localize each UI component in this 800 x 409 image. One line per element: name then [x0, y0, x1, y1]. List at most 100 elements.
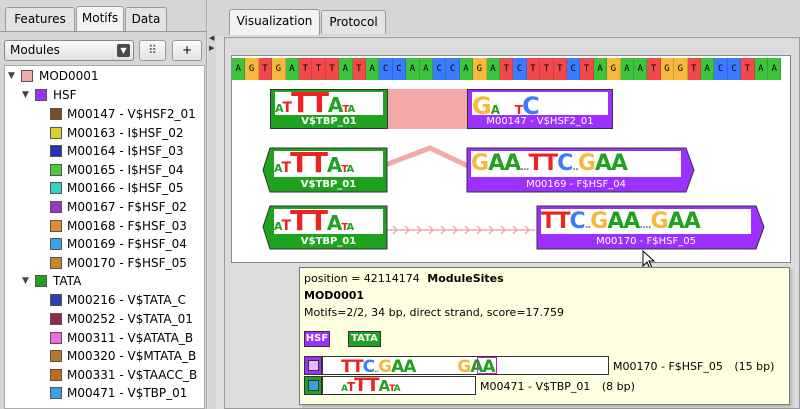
tree-node-label: M00166 - I$HSF_05: [67, 181, 184, 196]
site-hsf4-row2[interactable]: GAA...TTC..GAA M00169 - F$HSF_04: [467, 149, 685, 191]
module-link-arrows: [385, 225, 535, 235]
tata-motif-logo: ATTTATA: [322, 376, 476, 395]
color-swatch: [50, 313, 62, 325]
color-swatch: [50, 331, 62, 344]
tree-node-group[interactable]: ▼ TATA: [22, 272, 202, 290]
tree-node-label: M00164 - I$HSF_03: [67, 144, 184, 159]
tree-node-label: M00163 - I$HSF_02: [67, 125, 184, 140]
nucleotide-cell: A: [285, 58, 299, 80]
nucleotide-cell: T: [553, 58, 567, 80]
site-label: V$TBP_01: [301, 116, 357, 127]
tree-node-label: M00169 - F$HSF_04: [67, 237, 187, 252]
tree-node-motif[interactable]: M00167 - F$HSF_02: [50, 198, 202, 216]
tooltip: position = 42114174 ModuleSites MOD0001 …: [299, 267, 790, 405]
add-button-label: +: [181, 43, 193, 57]
tooltip-row1-name: M00170 - F$HSF_05: [613, 360, 723, 373]
color-swatch: [50, 350, 62, 363]
tree-node-motif[interactable]: M00170 - F$HSF_05: [50, 254, 202, 272]
tree-node-motif[interactable]: M00320 - V$MTATA_B: [50, 347, 202, 365]
tree-node-label: M00168 - F$HSF_03: [67, 218, 187, 233]
site-label: M00170 - F$HSF_05: [596, 236, 696, 247]
site-hsf2-row1[interactable]: GA TC M00147 - V$HSF2_01: [467, 89, 613, 129]
nucleotide-cell: G: [674, 58, 688, 80]
tree-node-motif[interactable]: M00164 - I$HSF_03: [50, 142, 202, 160]
color-swatch: [50, 294, 62, 307]
tree-node-motif[interactable]: M00163 - I$HSF_02: [50, 124, 202, 142]
add-button[interactable]: +: [172, 40, 202, 61]
nucleotide-cell: T: [647, 58, 661, 80]
tree-node-motif[interactable]: M00165 - I$HSF_04: [50, 161, 202, 179]
tree-node-root[interactable]: ▼ MOD0001: [8, 67, 198, 85]
nucleotide-cell: C: [727, 58, 742, 80]
tab-motifs[interactable]: Motifs: [76, 6, 124, 32]
color-swatch: [50, 368, 62, 381]
hsf-motif-logo: TTC..GAA GAA: [322, 356, 609, 375]
nucleotide-cell: T: [540, 58, 554, 80]
tree-node-motif[interactable]: M00166 - I$HSF_05: [50, 179, 202, 197]
nucleotide-cell: A: [768, 58, 782, 80]
color-swatch: [50, 201, 62, 213]
tree-node-motif[interactable]: M00471 - V$TBP_01: [50, 384, 202, 402]
tree-structure-button[interactable]: ⠿: [139, 40, 166, 61]
nucleotide-cell: C: [714, 58, 728, 80]
tree-node-label: M00170 - F$HSF_05: [67, 255, 187, 270]
expand-icon[interactable]: ▼: [22, 272, 32, 290]
module-tree[interactable]: ▼ MOD0001 ▼ HSF M00147 - V$HSF2_01 M00163 - I…: [4, 65, 205, 409]
color-swatch: [21, 70, 33, 82]
tree-node-motif[interactable]: M00311 - V$ATATA_B: [50, 329, 202, 347]
site-hsf5-row3[interactable]: TTC..GAA....GAA M00170 - F$HSF_05: [537, 207, 755, 248]
site-tbp-row3[interactable]: ATTTATA V$TBP_01: [270, 207, 387, 248]
nucleotide-cell: A: [593, 58, 608, 80]
tree-node-label: HSF: [53, 88, 77, 102]
collapse-right-icon[interactable]: ▶: [209, 44, 214, 52]
color-swatch: [50, 256, 62, 269]
tree-node-motif[interactable]: M00216 - V$TATA_C: [50, 291, 202, 309]
color-swatch: [50, 238, 62, 251]
nucleotide-cell: A: [620, 58, 634, 80]
tab-features[interactable]: Features: [5, 7, 75, 31]
site-tbp-row1[interactable]: ATTTATA V$TBP_01: [270, 89, 388, 129]
tooltip-details: Motifs=2/2, 34 bp, direct strand, score=…: [304, 306, 565, 319]
tab-data[interactable]: Data: [125, 7, 167, 31]
nucleotide-cell: G: [245, 58, 259, 80]
color-swatch: [50, 126, 62, 139]
site-label: V$TBP_01: [300, 179, 357, 190]
tree-node-motif[interactable]: M00168 - F$HSF_03: [50, 217, 202, 235]
color-swatch: [35, 89, 47, 101]
nucleotide-cell: A: [419, 58, 433, 80]
nucleotide-cell: T: [500, 58, 514, 80]
tree-node-label: M00165 - I$HSF_04: [67, 162, 184, 177]
tree-node-motif[interactable]: M00252 - V$TATA_01: [50, 310, 202, 328]
nucleotide-cell: A: [701, 58, 715, 80]
nucleotide-cell: T: [741, 58, 755, 80]
splitter[interactable]: ◀ ▶: [208, 0, 216, 409]
tab-visualization[interactable]: Visualization: [229, 9, 320, 35]
tree-node-motif[interactable]: M00169 - F$HSF_04: [50, 235, 202, 253]
tree-structure-icon: ⠿: [148, 43, 157, 57]
color-swatch: [50, 163, 62, 176]
tree-node-motif[interactable]: M00147 - V$HSF2_01: [50, 105, 202, 123]
expand-icon[interactable]: ▼: [8, 67, 18, 85]
nucleotide-cell: C: [392, 58, 407, 80]
tree-node-label: M00331 - V$TAACC_B: [67, 367, 198, 382]
tree-node-group[interactable]: ▼ HSF: [22, 86, 202, 104]
tree-node-label: M00252 - V$TATA_01: [67, 312, 193, 326]
module-region-bar: [388, 89, 467, 129]
expand-icon[interactable]: ▼: [22, 86, 32, 104]
modules-select[interactable]: Modules ▼: [4, 40, 134, 61]
tata-color-box: [304, 376, 322, 395]
color-swatch: [50, 182, 62, 195]
modules-select-value: Modules: [10, 43, 60, 57]
nucleotide-cell: G: [473, 58, 487, 80]
nucleotide-cell: C: [379, 58, 393, 80]
tab-protocol[interactable]: Protocol: [321, 10, 386, 34]
nucleotide-cell: A: [486, 58, 500, 80]
nucleotide-cell: A: [406, 58, 420, 80]
tooltip-row1-length: (15 bp): [734, 360, 775, 373]
tree-node-motif[interactable]: M00331 - V$TAACC_B: [50, 366, 202, 384]
site-tbp-row2[interactable]: ATTTATA V$TBP_01: [270, 149, 387, 191]
tree-node-label: M00147 - V$HSF2_01: [67, 107, 196, 121]
nucleotide-cell: G: [660, 58, 675, 80]
nucleotide-cell: C: [513, 58, 527, 80]
collapse-left-icon[interactable]: ◀: [209, 34, 214, 42]
